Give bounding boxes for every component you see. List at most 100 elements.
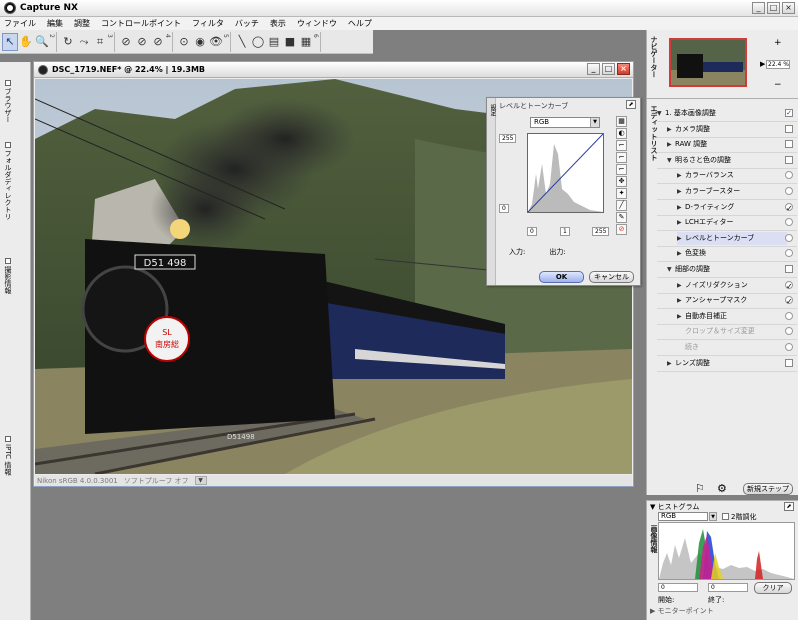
chevron-right-icon[interactable]: ▶	[677, 201, 685, 214]
edit-step-row[interactable]: ▶ レベルとトーンカーブ	[677, 231, 787, 245]
tab-checkbox[interactable]	[5, 258, 11, 264]
zoom-slider-icon[interactable]: ▶	[760, 60, 765, 68]
chevron-right-icon[interactable]: ▶	[677, 169, 685, 182]
settings-side-tab[interactable]: 設定	[487, 98, 496, 285]
image-close-button[interactable]: ×	[617, 63, 630, 75]
tab-browser[interactable]: ブラウザー	[3, 80, 13, 123]
menu-filter[interactable]: フィルタ	[192, 18, 224, 29]
chevron-right-icon[interactable]: ▶	[667, 138, 675, 151]
output-max-field[interactable]: 255	[499, 134, 517, 143]
contrast-icon[interactable]: ◐	[616, 128, 627, 139]
ok-button[interactable]: OK	[539, 271, 584, 283]
chevron-right-icon[interactable]: ▶	[677, 185, 685, 198]
edit-step-row[interactable]: ▶ アンシャープマスク	[677, 294, 747, 307]
flag-icon[interactable]: ⚐	[695, 482, 705, 495]
step-radio[interactable]	[785, 171, 793, 180]
gradient-icon[interactable]: ▤	[266, 33, 282, 51]
step-radio[interactable]	[785, 218, 793, 227]
edit-step-row[interactable]: ▶ LCHエディター	[677, 216, 734, 229]
step-radio[interactable]	[785, 249, 793, 258]
step-checkbox[interactable]	[785, 358, 793, 367]
edit-step-row[interactable]: ▼ 細部の調整	[667, 263, 710, 276]
curve-graph[interactable]	[527, 133, 604, 213]
zoom-field[interactable]: 22.4 %	[766, 60, 790, 69]
step-radio[interactable]	[785, 327, 793, 336]
menu-batch[interactable]: バッチ	[235, 18, 259, 29]
menu-view[interactable]: 表示	[270, 18, 286, 29]
tab-checkbox[interactable]	[5, 142, 11, 148]
gray-eyedropper-icon[interactable]: ⌐	[616, 152, 627, 163]
chevron-down-icon[interactable]: ▼	[667, 154, 675, 167]
chevron-right-icon[interactable]: ▶	[677, 247, 685, 260]
chevron-right-icon[interactable]: ▶	[677, 279, 685, 292]
step-radio[interactable]: ✓	[785, 280, 793, 291]
reset-icon[interactable]: ⊘	[616, 224, 627, 235]
clear-button[interactable]: クリア	[754, 582, 792, 594]
step-radio[interactable]: ✓	[785, 296, 793, 306]
edit-step-row[interactable]: ▶ RAW 調整	[667, 138, 707, 151]
step-radio[interactable]: ✓	[785, 202, 793, 213]
hand-tool-icon[interactable]: ✋	[18, 33, 34, 51]
chevron-right-icon[interactable]: ▶	[677, 216, 685, 229]
two-point-checkbox[interactable]	[722, 513, 729, 520]
end-value-field[interactable]: 0	[708, 583, 748, 592]
edit-step-row[interactable]: ▶ レンズ調整	[667, 357, 710, 370]
edit-step-row[interactable]: ▶ カラーブースター	[677, 185, 740, 198]
minimize-button[interactable]: _	[752, 2, 765, 14]
status-dropdown-icon[interactable]: ▼	[194, 476, 207, 485]
maximize-button[interactable]: □	[767, 2, 780, 14]
navigator-thumbnail[interactable]	[669, 38, 747, 87]
step-checkbox[interactable]	[785, 265, 793, 273]
tab-iptc[interactable]: IPTC 情報	[3, 436, 13, 475]
chevron-down-icon[interactable]: ▼	[667, 263, 675, 276]
brush-icon[interactable]: ╲	[234, 33, 250, 51]
color-control-point-icon[interactable]: ⊙	[176, 33, 192, 51]
tab-checkbox[interactable]	[5, 80, 11, 86]
channel-select[interactable]: RGB ▼	[530, 117, 600, 128]
close-button[interactable]: ×	[782, 2, 795, 14]
edit-step-row[interactable]: 続き	[677, 341, 699, 354]
white-point-icon[interactable]: ⊘	[134, 33, 150, 51]
auto-contrast-icon[interactable]: ✦	[616, 188, 627, 199]
edit-step-row[interactable]: ▶ 自動赤目補正	[677, 310, 727, 323]
step-radio[interactable]	[785, 343, 793, 351]
chevron-right-icon[interactable]: ▶	[677, 232, 685, 245]
step-radio[interactable]	[785, 233, 793, 242]
black-point-icon[interactable]: ⊘	[118, 33, 134, 51]
fill-icon[interactable]: ■	[282, 33, 298, 51]
add-point-icon[interactable]: ✥	[616, 176, 627, 187]
pin-icon[interactable]: ⬈	[784, 502, 794, 511]
new-step-button[interactable]: 新規ステップ	[743, 483, 793, 495]
cancel-button[interactable]: キャンセル	[589, 271, 634, 283]
menu-help[interactable]: ヘルプ	[348, 18, 372, 29]
chevron-right-icon[interactable]: ▶	[677, 310, 685, 323]
black-eyedropper-icon[interactable]: ⌐	[616, 140, 627, 151]
monitor-point-header[interactable]: ▶ モニターポイント	[650, 606, 714, 616]
input-mid-field[interactable]: 1	[560, 227, 570, 236]
direct-select-tool[interactable]: ↖	[2, 32, 18, 51]
edit-step-row[interactable]: ▶ ノイズリダクション	[677, 279, 748, 292]
tab-checkbox[interactable]	[5, 436, 11, 442]
edit-step-row[interactable]: ▼ 明るさと色の調整	[667, 154, 731, 167]
input-black-field[interactable]: 0	[527, 227, 537, 236]
step-checkbox[interactable]	[785, 140, 793, 149]
edit-step-row[interactable]: ▶ カメラ調整	[667, 123, 710, 136]
output-min-field[interactable]: 0	[499, 204, 509, 213]
lasso-icon[interactable]: ◯	[250, 33, 266, 51]
menu-window[interactable]: ウィンドウ	[297, 18, 337, 29]
navigator-label[interactable]: ナビゲーター	[649, 36, 659, 78]
edit-step-row[interactable]: ▶ D-ライティング	[677, 201, 734, 214]
straighten-icon[interactable]: ⤳	[76, 33, 92, 51]
red-eye-icon[interactable]: ◉	[192, 33, 208, 51]
step-radio[interactable]	[785, 187, 793, 195]
chevron-right-icon[interactable]: ▶	[677, 294, 685, 307]
step-checkbox[interactable]	[785, 124, 793, 133]
chevron-right-icon[interactable]: ▶	[667, 123, 675, 136]
histogram-channel-select[interactable]: RGB	[658, 512, 708, 521]
step-checkbox[interactable]: ✓	[785, 109, 793, 117]
tab-folders[interactable]: フォルダディレクトリ	[3, 142, 13, 220]
menu-file[interactable]: ファイル	[4, 18, 36, 29]
tab-metadata[interactable]: 撮影情報	[3, 258, 13, 294]
rotate-icon[interactable]: ↻	[60, 33, 76, 51]
gear-icon[interactable]: ⚙	[717, 482, 727, 495]
